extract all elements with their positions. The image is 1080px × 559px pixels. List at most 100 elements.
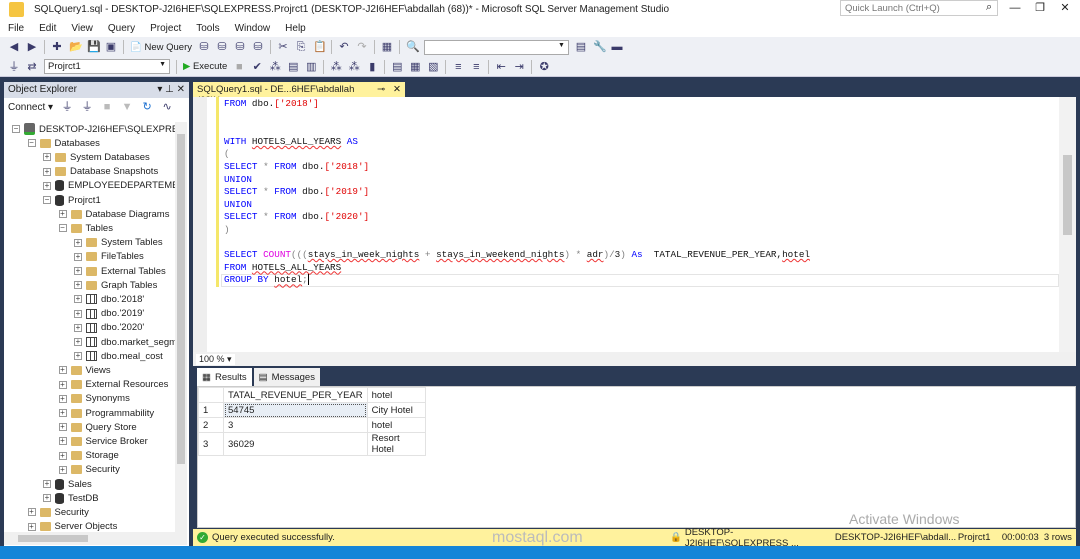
query-designer-icon[interactable]: ▤ [287,61,299,73]
menu-project[interactable]: Project [150,23,181,34]
expand-icon[interactable]: + [74,309,82,318]
tree-node[interactable]: + dbo.market_segm [74,335,176,349]
refresh-icon[interactable]: ↻ [141,101,153,113]
expand-icon[interactable]: + [58,451,67,460]
increase-indent-icon[interactable]: ⇥ [513,61,525,73]
expand-icon[interactable]: + [43,167,51,176]
zoom-select[interactable]: 100 % ▾ [196,353,235,365]
menu-help[interactable]: Help [285,23,306,34]
paste-icon[interactable]: 📋 [313,41,327,53]
pin-icon[interactable]: ⊸ [377,84,385,96]
row-number[interactable]: 1 [198,402,224,418]
tree-node[interactable]: − Databases [27,136,100,150]
tree-node[interactable]: + External Tables [74,264,166,278]
table-cell[interactable]: City Hotel [366,402,426,418]
tree-node[interactable]: + Server Objects [27,520,117,532]
connect-plug-icon[interactable]: ⏚ [61,101,73,113]
tab-messages[interactable]: ▤ Messages [253,368,320,386]
row-number[interactable]: 2 [198,417,224,433]
expand-icon[interactable]: + [58,380,67,389]
back-icon[interactable]: ◀ [8,41,20,53]
tree-node[interactable]: + Sales [43,477,92,491]
expand-icon[interactable]: + [43,480,51,488]
mdx-query-icon[interactable]: ⛁ [216,41,228,53]
tree-node[interactable]: + FileTables [74,250,144,264]
stop-icon[interactable]: ■ [101,101,113,113]
tree-node[interactable]: + TestDB [43,491,99,505]
collapse-icon[interactable]: − [27,139,36,148]
comment-icon[interactable]: ≡ [452,61,464,73]
tab-results[interactable]: ▦ Results [197,368,252,386]
forward-icon[interactable]: ▶ [26,41,38,53]
close-tab-icon[interactable]: ✕ [393,84,401,96]
tree-node[interactable]: − Projrct1 [43,193,101,207]
panel-controls[interactable]: ▾ ⊥ ✕ [157,84,185,96]
expand-icon[interactable]: + [74,281,82,290]
expand-icon[interactable]: + [74,267,82,275]
menu-view[interactable]: View [71,23,93,34]
tree-node[interactable]: + EMPLOYEEDEPARTEMEN [43,179,176,193]
tree-node[interactable]: + Query Store [58,420,137,434]
tree-node[interactable]: + Database Snapshots [43,165,158,179]
database-select[interactable]: Projrct1 ▼ [44,59,170,74]
expand-icon[interactable]: + [74,252,82,261]
editor-vertical-scrollbar[interactable] [1059,97,1076,352]
cut-icon[interactable]: ✂ [277,41,289,53]
table-cell[interactable]: 3 [223,417,368,433]
column-header[interactable]: TATAL_REVENUE_PER_YEAR [223,387,368,403]
tree-horizontal-scrollbar[interactable] [4,532,187,545]
query-editor[interactable]: FROM dbo.['2018'] WITH HOTELS_ALL_YEARS A… [193,97,1076,352]
toolbox-icon[interactable]: ▬ [611,41,623,53]
connect-icon[interactable]: ⏚ [8,61,20,73]
expand-icon[interactable]: + [74,323,82,332]
expand-icon[interactable]: + [43,494,51,503]
tree-node[interactable]: + System Tables [74,236,163,250]
close-button[interactable]: ✕ [1050,0,1080,18]
display-plan-icon[interactable]: ⁂ [269,61,281,73]
collapse-icon[interactable]: − [43,196,51,204]
tree-node[interactable]: + Programmability [58,406,154,420]
specify-values-icon[interactable]: ✪ [538,61,550,73]
connect-button[interactable]: Connect ▾ [8,102,53,113]
expand-icon[interactable]: + [27,508,36,517]
tree-node[interactable]: − DESKTOP-J2I6HEF\SQLEXPRESS [12,122,176,136]
new-project-icon[interactable]: ✚ [51,41,63,53]
undo-icon[interactable]: ↶ [338,41,350,53]
tree-node[interactable]: + dbo.'2018' [74,292,144,306]
open-file-icon[interactable]: 📂 [69,41,83,53]
row-number[interactable]: 3 [198,432,224,456]
tree-node[interactable]: + Security [27,505,89,519]
include-plan-icon[interactable]: ⁂ [330,61,342,73]
find-icon[interactable]: 🔍 [406,41,420,53]
live-stats-icon[interactable]: ⁂ [348,61,360,73]
tree-node[interactable]: + Database Diagrams [58,207,169,221]
disconnect-icon[interactable]: ⏚ [81,101,93,113]
tree-node[interactable]: − Tables [58,221,113,235]
expand-icon[interactable]: + [58,465,67,474]
row-number-header[interactable] [198,387,224,403]
tree-node[interactable]: + Service Broker [58,434,148,448]
expand-icon[interactable]: + [58,394,67,403]
decrease-indent-icon[interactable]: ⇤ [495,61,507,73]
expand-icon[interactable]: + [74,352,82,361]
tree-node[interactable]: + dbo.'2019' [74,307,144,321]
tools-icon[interactable]: 🔧 [593,41,607,53]
table-cell[interactable]: hotel [366,417,426,433]
expand-icon[interactable]: + [58,423,67,432]
tree-node[interactable]: + System Databases [43,150,150,164]
expand-icon[interactable]: + [74,338,82,346]
expand-icon[interactable]: + [58,409,67,417]
expand-icon[interactable]: + [27,522,36,531]
results-to-grid-icon[interactable]: ▦ [409,61,421,73]
menu-file[interactable]: File [8,23,24,34]
stop-icon[interactable]: ■ [233,61,245,73]
tab-sqlquery1[interactable]: SQLQuery1.sql - DE...6HEF\abdallah (68))… [193,82,405,106]
table-cell[interactable]: Resort Hotel [366,432,426,456]
menu-window[interactable]: Window [235,23,271,34]
menu-query[interactable]: Query [108,23,135,34]
horizontal-scrollbar[interactable] [241,354,1076,364]
tree-node[interactable]: + Security [58,463,120,477]
tree-node[interactable]: + Storage [58,449,119,463]
tree-node[interactable]: + dbo.meal_cost [74,349,163,363]
collapse-icon[interactable]: − [58,224,67,233]
